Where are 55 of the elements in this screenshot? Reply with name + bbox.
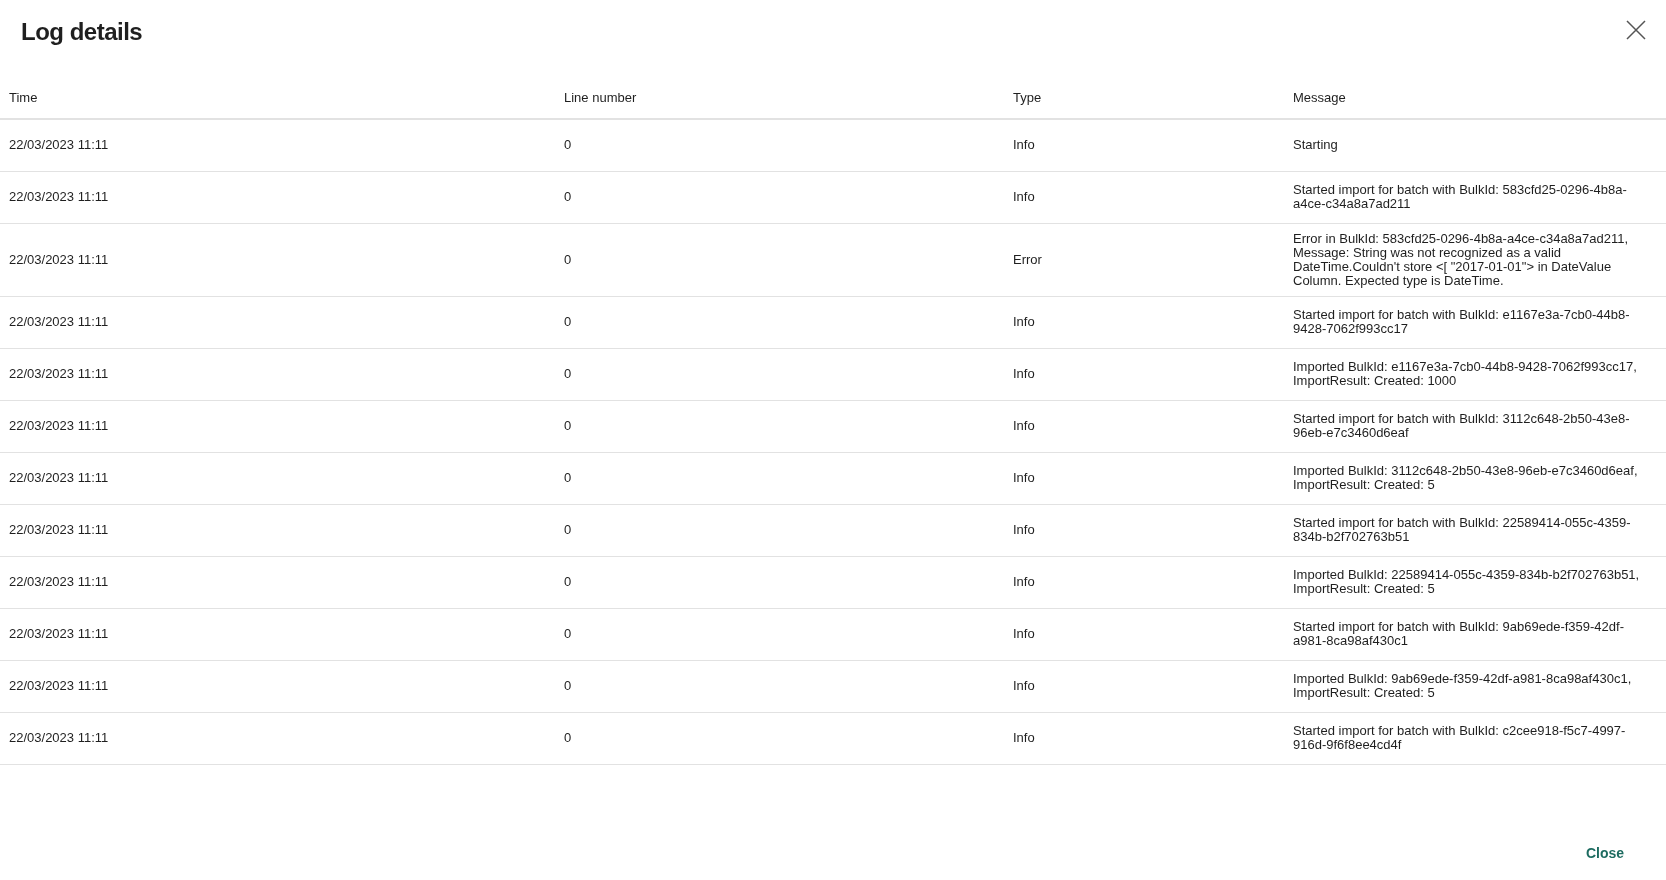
time-cell-text: 22/03/2023 11:11 [8, 190, 110, 204]
line-number-cell-text: 0 [563, 252, 573, 267]
type-cell-text: Info [1012, 731, 1036, 745]
time-cell-text: 22/03/2023 11:11 [8, 252, 110, 267]
message-cell-text: Imported BulkId: 9ab69ede-f359-42df-a981-8ca98af430c1, ImportResult: Created: 5 [1292, 672, 1633, 700]
column-header: Time [8, 89, 39, 107]
time-cell-text: 22/03/2023 11:11 [8, 523, 110, 537]
line-number-cell-text: 0 [563, 190, 573, 204]
line-number-cell-text: 0 [563, 419, 573, 433]
column-header: Line number [563, 89, 638, 107]
line-number-cell-text: 0 [563, 367, 573, 381]
type-cell-text: Info [1012, 315, 1036, 329]
line-number-cell-text: 0 [563, 731, 573, 745]
time-cell-text: 22/03/2023 11:11 [8, 315, 110, 329]
line-number-cell-text: 0 [563, 138, 573, 152]
type-cell-text: Info [1012, 367, 1036, 381]
message-cell-text: Started import for batch with BulkId: 22589414-055c-4359-834b-b2f702763b51 [1292, 516, 1632, 544]
time-cell-text: 22/03/2023 11:11 [8, 627, 110, 641]
message-cell-text: Started import for batch with BulkId: 583cfd25-0296-4b8a-a4ce-c34a8a7ad211 [1292, 183, 1628, 211]
time-cell-text: 22/03/2023 11:11 [8, 731, 110, 745]
message-cell-text: Started import for batch with BulkId: 9ab69ede-f359-42df-a981-8ca98af430c1 [1292, 620, 1625, 648]
close-icon[interactable] [1626, 20, 1646, 40]
type-cell-text: Info [1012, 627, 1036, 641]
time-cell-text: 22/03/2023 11:11 [8, 419, 110, 433]
message-cell-text: Imported BulkId: 3112c648-2b50-43e8-96eb-e7c3460d6eaf, ImportResult: Created: 5 [1292, 464, 1639, 492]
line-number-cell-text: 0 [563, 679, 573, 693]
message-cell-text: Starting [1292, 138, 1339, 152]
type-cell-text: Info [1012, 471, 1036, 485]
close-button[interactable]: Close [1581, 841, 1628, 866]
line-number-cell-text: 0 [563, 315, 573, 329]
column-header: Message [1292, 89, 1347, 107]
time-cell-text: 22/03/2023 11:11 [8, 575, 110, 589]
time-cell-text: 22/03/2023 11:11 [8, 471, 110, 485]
type-cell-text: Info [1012, 575, 1036, 589]
line-number-cell-text: 0 [563, 575, 573, 589]
message-cell-text: Imported BulkId: 22589414-055c-4359-834b-b2f702763b51, ImportResult: Created: 5 [1292, 568, 1641, 596]
time-cell-text: 22/03/2023 11:11 [8, 679, 110, 693]
message-cell-text: Started import for batch with BulkId: e1167e3a-7cb0-44b8-9428-7062f993cc17 [1292, 308, 1631, 336]
message-cell-text: Started import for batch with BulkId: 3112c648-2b50-43e8-96eb-e7c3460d6eaf [1292, 412, 1631, 440]
line-number-cell-text: 0 [563, 523, 573, 537]
line-number-cell-text: 0 [563, 627, 573, 641]
message-cell-text: Error in BulkId: 583cfd25-0296-4b8a-a4ce-c34a8a7ad211, Message: String was not recognized as a valid DateTime.Couldn't store <[ "2017-01-01"> in DateValue Column. Expected type is DateTime. [1292, 231, 1630, 288]
message-cell-text: Started import for batch with BulkId: c2cee918-f5c7-4997-916d-9f6f8ee4cd4f [1292, 724, 1627, 752]
column-header: Type [1012, 89, 1043, 107]
type-cell-text: Info [1012, 419, 1036, 433]
type-cell-text: Info [1012, 523, 1036, 537]
type-cell-text: Error [1012, 252, 1043, 267]
type-cell-text: Info [1012, 190, 1036, 204]
line-number-cell-text: 0 [563, 471, 573, 485]
message-cell-text: Imported BulkId: e1167e3a-7cb0-44b8-9428-7062f993cc17, ImportResult: Created: 1000 [1292, 360, 1638, 388]
type-cell-text: Info [1012, 679, 1036, 693]
time-cell-text: 22/03/2023 11:11 [8, 367, 110, 381]
type-cell-text: Info [1012, 138, 1036, 152]
time-cell-text: 22/03/2023 11:11 [8, 138, 110, 152]
dialog-title: Log details [21, 17, 143, 47]
